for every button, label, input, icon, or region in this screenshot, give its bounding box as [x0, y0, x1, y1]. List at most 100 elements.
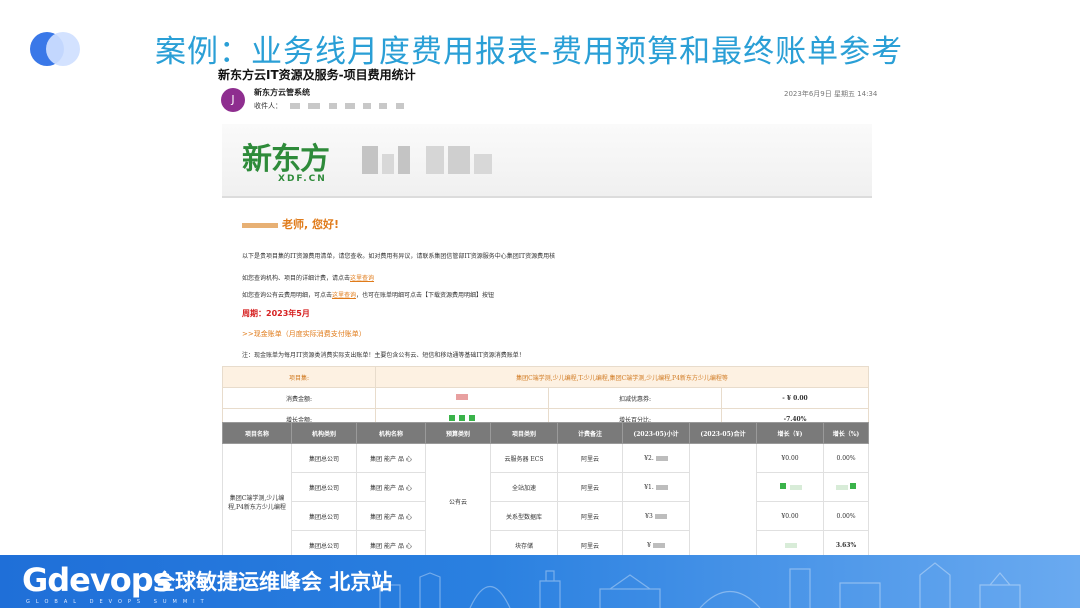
- redacted-name: [242, 222, 278, 228]
- brand-logo-cn: 新东方: [242, 142, 330, 177]
- org-type-cell: 集团总公司: [291, 443, 357, 473]
- event-footer: Gdevops 全球敏捷运维峰会 北京站 GLOBAL DEVOPS SUMMI…: [0, 555, 1080, 608]
- brand-logo: 新东方 XDF.CN: [242, 134, 330, 184]
- note-cell: 阿里云: [557, 472, 623, 502]
- category-cell: 关系型数据库: [490, 501, 558, 531]
- category-cell: 云服务器 ECS: [490, 443, 558, 473]
- table-row: 集团总公司 集团 能产 品 心 全站加速 阿里云 ¥1.: [223, 472, 869, 502]
- redacted-value: [785, 542, 797, 548]
- redacted-value: [655, 484, 668, 490]
- recipient-label: 收件人：: [254, 102, 282, 110]
- col-header: 增长（%): [823, 422, 869, 444]
- org-name-cell: 集团 能产 品 心: [356, 501, 426, 531]
- growth-amt-cell: ¥0.00: [756, 443, 824, 473]
- brand-logo-en: XDF.CN: [278, 174, 327, 184]
- bill-title: >>现金账单（月度实际消费支付账单）: [242, 330, 366, 338]
- redacted-block: [398, 146, 410, 174]
- slide-logo: [30, 32, 82, 66]
- discount-value: - ¥ 0.00: [721, 387, 869, 409]
- col-header: 机构类别: [291, 422, 357, 444]
- total-cell: [689, 443, 757, 560]
- redacted-mark: [395, 103, 404, 109]
- redacted-mark: [344, 103, 355, 109]
- org-type-cell: 集团总公司: [291, 501, 357, 531]
- mail-timestamp: 2023年6月9日 星期五 14:34: [784, 90, 878, 98]
- redacted-value: [654, 513, 667, 519]
- growth-amt-cell: [756, 472, 824, 502]
- summary-row: 消费金额: 扣减优惠券: - ¥ 0.00: [222, 387, 869, 409]
- budget-type-cell: 公有云: [425, 443, 491, 560]
- spend-label: 消费金额:: [222, 387, 376, 409]
- billing-period: 周期：2023年5月: [242, 309, 310, 318]
- redacted-block: [382, 154, 394, 174]
- redacted-value: [850, 483, 856, 489]
- redacted-value: [780, 483, 786, 489]
- redacted-mark: [363, 103, 372, 109]
- cloud-detail-link[interactable]: 这里查询: [332, 292, 356, 299]
- growth-pct-cell: 0.00%: [823, 443, 869, 473]
- table-row: 集团总公司 集团 能产 品 心 关系型数据库 阿里云 ¥3 ¥0.00 0.00…: [223, 501, 869, 531]
- col-header: (2023-05)小计: [622, 422, 690, 444]
- redacted-value: [459, 415, 465, 421]
- sender-name: 新东方云管系统: [254, 88, 310, 97]
- subtotal-cell: ¥3: [622, 501, 690, 531]
- spend-value: [375, 387, 549, 409]
- sender-avatar[interactable]: J: [221, 88, 245, 112]
- redacted-mark: [379, 103, 388, 109]
- query-link[interactable]: 这里查询: [350, 275, 374, 282]
- detail-table: 项目名称 机构类别 机构名称 预算类别 项目类别 计费备注 (2023-05)小…: [222, 422, 869, 560]
- col-header: 增长（¥): [756, 422, 824, 444]
- col-header: (2023-05)合计: [689, 422, 757, 444]
- col-header: 计费备注: [557, 422, 623, 444]
- slide-title: 案例：业务线月度费用报表-费用预算和最终账单参考: [155, 34, 904, 70]
- growth-pct-cell: 0.00%: [823, 501, 869, 531]
- body-line-2: 如您查询机构、项目的详细计费，请点击这里查询: [242, 275, 375, 282]
- discount-label: 扣减优惠券:: [548, 387, 722, 409]
- redacted-value: [836, 485, 848, 490]
- event-subtitle: 全球敏捷运维峰会 北京站: [154, 570, 393, 594]
- redacted-value: [655, 455, 668, 461]
- growth-pct-cell: [823, 472, 869, 502]
- note-cell: 阿里云: [557, 501, 623, 531]
- org-type-cell: 集团总公司: [291, 472, 357, 502]
- col-header: 项目类别: [490, 422, 558, 444]
- subtotal-cell: ¥1.: [622, 472, 690, 502]
- redacted-block: [474, 154, 492, 174]
- growth-amt-cell: ¥0.00: [756, 501, 824, 531]
- redacted-block: [426, 146, 444, 174]
- redacted-block: [448, 146, 470, 174]
- redacted-mark: [290, 103, 301, 109]
- recipient-line: 收件人：: [254, 101, 404, 111]
- summary-table: 项目集: 集团C端学测,少儿编程,T-少儿编程,集团C端学测,少儿编程,P4新东…: [222, 366, 869, 430]
- project-label: 项目集:: [222, 366, 376, 388]
- greeting: 老师, 您好!: [242, 216, 339, 232]
- subtotal-cell: ¥2.: [622, 443, 690, 473]
- table-row: 集团C端学测,少儿编程,P4新东方少儿编程 集团总公司 集团 能产 品 心 公有…: [222, 443, 869, 560]
- org-name-cell: 集团 能产 品 心: [356, 443, 426, 473]
- col-header: 机构名称: [356, 422, 426, 444]
- redacted-mark: [328, 103, 337, 109]
- redacted-value: [790, 485, 802, 490]
- event-tagline: GLOBAL DEVOPS SUMMIT: [26, 599, 210, 605]
- redacted-mark: [308, 103, 321, 109]
- gdevops-logo: Gdevops: [22, 561, 172, 599]
- redacted-value: [456, 394, 468, 400]
- note-cell: 阿里云: [557, 443, 623, 473]
- email-banner: 新东方 XDF.CN: [222, 124, 872, 198]
- col-header: 项目名称: [222, 422, 292, 444]
- redacted-value: [469, 415, 475, 421]
- summary-row: 项目集: 集团C端学测,少儿编程,T-少儿编程,集团C端学测,少儿编程,P4新东…: [222, 366, 869, 388]
- project-value: 集团C端学测,少儿编程,T-少儿编程,集团C端学测,少儿编程,P4新东方少儿编程…: [375, 366, 869, 388]
- project-name-cell: 集团C端学测,少儿编程,P4新东方少儿编程: [222, 443, 292, 560]
- redacted-block: [362, 146, 378, 174]
- logo-circle-light: [46, 32, 80, 66]
- bill-note: 注：现金账单为每月IT资源类消费实际支出账单！主要包含公有云、短信和移动通等基础…: [242, 352, 525, 359]
- body-line-3: 如您查询公有云费用明细，可点击这里查询，也可在账单明细可点击【下载资源费用明细】…: [242, 292, 495, 299]
- body-line-1: 以下是贵项目集的IT资源费用清单，请您查收。如对费用有异议，请联系集团信管部IT…: [242, 253, 556, 260]
- redacted-value: [652, 542, 665, 548]
- org-name-cell: 集团 能产 品 心: [356, 472, 426, 502]
- col-header: 预算类别: [425, 422, 491, 444]
- detail-header-row: 项目名称 机构类别 机构名称 预算类别 项目类别 计费备注 (2023-05)小…: [222, 422, 869, 444]
- skyline-graphic: [379, 562, 1021, 608]
- redacted-value: [449, 415, 455, 421]
